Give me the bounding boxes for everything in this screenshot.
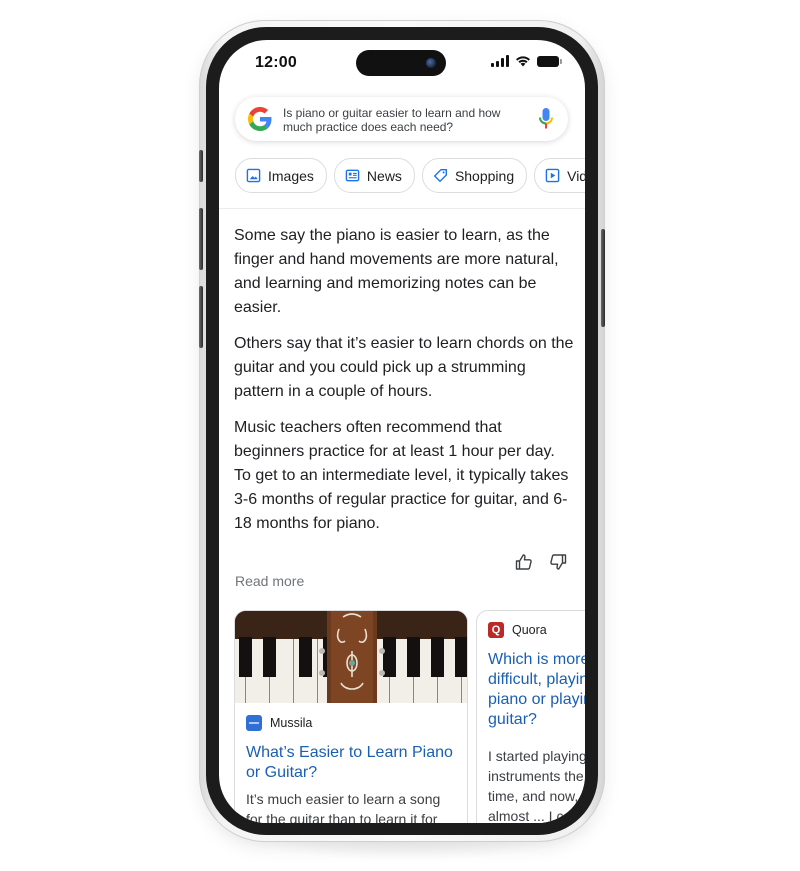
tag-icon	[433, 168, 447, 183]
result-snippet: I started playing both instruments the s…	[488, 748, 585, 823]
piano-guitar-image	[235, 611, 467, 703]
answer-paragraph: Some say the piano is easier to learn, a…	[234, 227, 559, 316]
result-card[interactable]: Mussila What’s Easier to Learn Piano or …	[234, 610, 468, 823]
result-source: Q Quora	[488, 622, 585, 638]
power-button	[601, 229, 605, 327]
thumbs-up-icon[interactable]	[515, 553, 533, 571]
wifi-icon	[516, 56, 530, 67]
play-icon	[545, 168, 560, 183]
camera-icon	[426, 58, 436, 68]
result-source: Mussila	[246, 715, 456, 731]
chip-label: Shopping	[454, 167, 515, 184]
volume-down-button	[199, 286, 203, 348]
search-query[interactable]: Is piano or guitar easier to learn and h…	[283, 106, 523, 134]
news-icon	[345, 169, 360, 182]
search-bar[interactable]: Is piano or guitar easier to learn and h…	[235, 97, 568, 141]
header-divider	[219, 208, 585, 209]
status-icons	[491, 55, 562, 67]
ai-answer: Some say the piano is easier to learn, a…	[234, 224, 574, 548]
result-card[interactable]: Q Quora Which is more difficult, playing…	[476, 610, 585, 823]
source-name: Mussila	[270, 716, 313, 730]
status-time: 12:00	[255, 54, 297, 71]
microphone-icon[interactable]	[538, 107, 554, 131]
feedback-buttons	[515, 553, 567, 571]
read-more-link[interactable]: Read more	[235, 573, 304, 589]
thumbs-down-icon[interactable]	[549, 553, 567, 571]
dynamic-island	[356, 50, 446, 76]
battery-icon	[537, 55, 562, 67]
result-title[interactable]: What’s Easier to Learn Piano or Guitar?	[246, 743, 456, 783]
mussila-favicon-icon	[246, 715, 262, 731]
quora-favicon-icon: Q	[488, 622, 504, 638]
action-button	[199, 150, 203, 182]
volume-up-button	[199, 208, 203, 270]
chip-label: Videos	[567, 167, 585, 184]
search-filter-chips: Images News Shopping Videos	[235, 158, 585, 193]
phone-screen: 12:00 Is piano or guitar easier to learn…	[219, 40, 585, 823]
google-g-logo-icon	[248, 107, 272, 131]
result-title[interactable]: Which is more difficult, playing piano o…	[488, 650, 585, 730]
chip-label: Images	[268, 167, 314, 184]
status-bar: 12:00	[219, 40, 585, 90]
chip-news[interactable]: News	[333, 158, 415, 193]
image-icon	[246, 168, 261, 183]
answer-paragraph: Others say that it’s easier to learn cho…	[234, 335, 574, 400]
signal-icon	[491, 55, 509, 67]
result-thumbnail	[235, 611, 467, 703]
chip-shopping[interactable]: Shopping	[421, 158, 528, 193]
answer-paragraph: Music teachers often recommend that begi…	[234, 419, 569, 532]
source-name: Quora	[512, 623, 547, 637]
chip-videos[interactable]: Videos	[534, 158, 585, 193]
result-snippet: It’s much easier to learn a song for the…	[246, 791, 441, 823]
chip-label: News	[366, 167, 402, 184]
chip-images[interactable]: Images	[235, 158, 327, 193]
